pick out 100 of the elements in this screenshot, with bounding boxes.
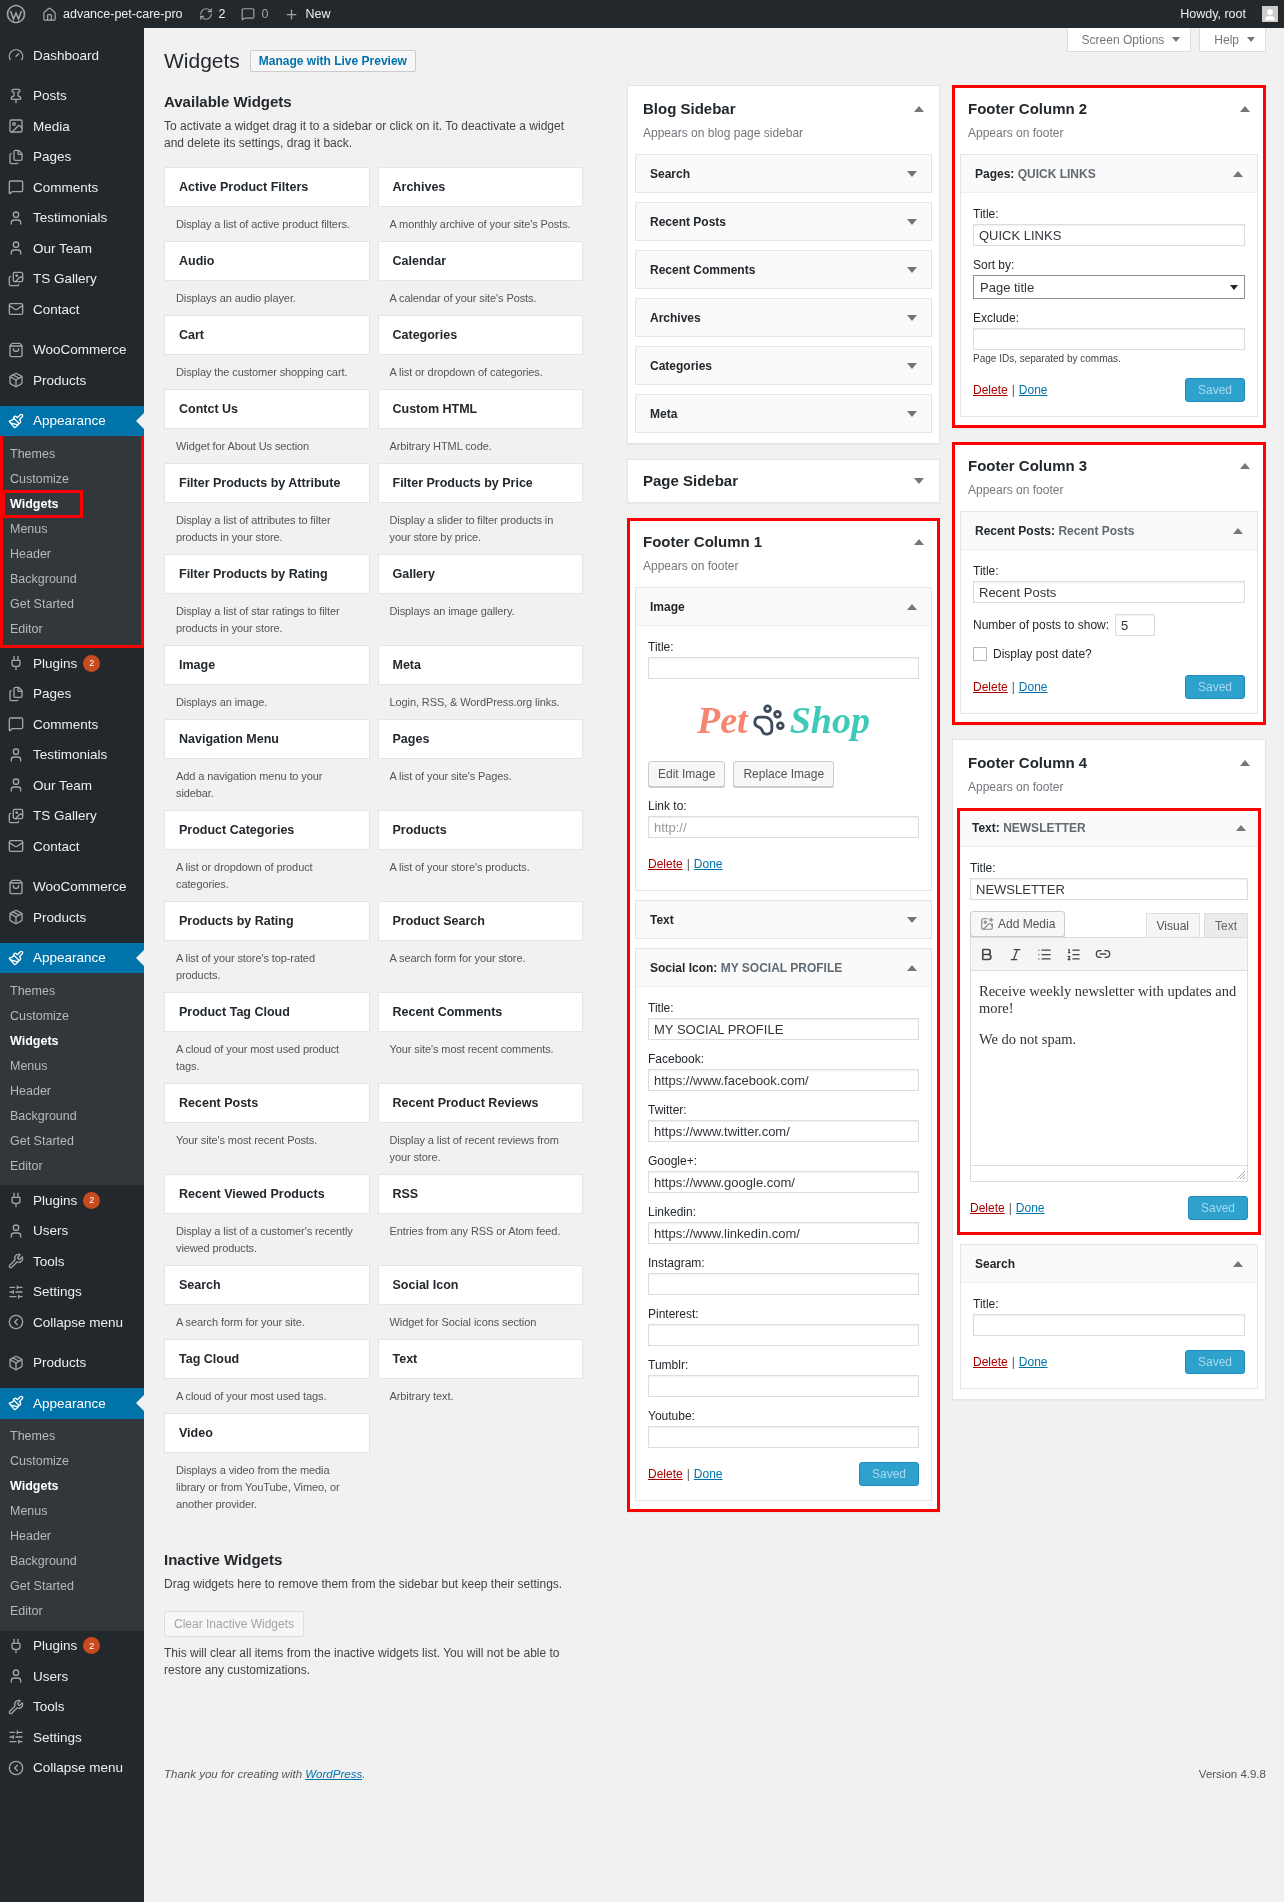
widget-header[interactable]: Text: NEWSLETTER <box>958 809 1260 846</box>
widget-header[interactable]: Recent Posts: Recent Posts <box>961 512 1257 549</box>
done-link[interactable]: Done <box>1015 1201 1045 1215</box>
text-field[interactable] <box>648 1324 919 1346</box>
widget-header[interactable]: Search <box>636 155 931 192</box>
submenu-item[interactable]: Menus <box>6 1501 52 1521</box>
widget-tile[interactable]: Products by Rating <box>164 901 370 941</box>
menu-item[interactable]: Settings <box>0 1276 144 1307</box>
toggle-arrow-icon[interactable] <box>907 916 917 923</box>
italic-icon[interactable] <box>1008 946 1023 962</box>
add-media-button[interactable]: Add Media <box>970 911 1066 937</box>
submenu-item[interactable]: Menus <box>6 1055 52 1076</box>
menu-item[interactable]: Comments <box>0 172 144 203</box>
menu-item[interactable]: Plugins 2 <box>0 1630 144 1661</box>
screen-meta-tab[interactable]: Help <box>1199 28 1266 52</box>
widget-header[interactable]: Recent Comments <box>636 251 931 288</box>
widget-tile[interactable]: Recent Product Reviews <box>377 1083 583 1123</box>
logo-icon[interactable] <box>6 4 26 24</box>
submenu-item[interactable]: Customize <box>6 1005 74 1026</box>
toggle-arrow-icon[interactable] <box>914 106 924 112</box>
bulleted-list-icon[interactable] <box>1037 946 1052 962</box>
widget-tile[interactable]: Filter Products by Price <box>377 463 583 503</box>
widget-tile[interactable]: Product Tag Cloud <box>164 992 370 1032</box>
done-link[interactable]: Done <box>1018 680 1048 694</box>
menu-item[interactable]: Our Team <box>0 770 144 801</box>
editor-tab[interactable]: Text <box>1204 913 1248 937</box>
widget-tile[interactable]: Products <box>377 810 583 850</box>
menu-item[interactable]: Tools <box>0 1246 144 1277</box>
checkbox[interactable] <box>973 647 987 661</box>
toggle-arrow-icon[interactable] <box>1240 463 1250 469</box>
text-field[interactable] <box>973 1314 1245 1336</box>
menu-item[interactable]: Plugins 2 <box>0 1185 144 1216</box>
menu-item[interactable]: Collapse menu <box>0 1307 144 1338</box>
menu-item[interactable]: Products <box>0 1347 144 1378</box>
menu-item[interactable]: Pages <box>0 141 144 172</box>
menu-item[interactable]: Dashboard <box>0 40 144 71</box>
menu-item[interactable]: Appearance <box>0 942 144 973</box>
toggle-arrow-icon[interactable] <box>1240 760 1250 766</box>
site-link[interactable]: advance-pet-care-pro <box>42 6 183 22</box>
text-field[interactable]: https://www.twitter.com/ <box>648 1120 919 1142</box>
widget-tile[interactable]: RSS <box>377 1174 583 1214</box>
submenu-item[interactable]: Editor <box>6 1155 47 1176</box>
widget-tile[interactable]: Tag Cloud <box>164 1339 370 1379</box>
numbered-list-icon[interactable] <box>1066 946 1081 962</box>
toggle-arrow-icon[interactable] <box>907 170 917 177</box>
toggle-arrow-icon[interactable] <box>1233 170 1243 177</box>
select-field[interactable]: Page title <box>973 275 1245 299</box>
widget-header[interactable]: Search <box>961 1245 1257 1282</box>
number-field[interactable]: 5 <box>1115 614 1156 636</box>
widget-header[interactable]: Text <box>636 901 931 938</box>
text-field[interactable]: https://www.linkedin.com/ <box>648 1222 919 1244</box>
text-field[interactable]: NEWSLETTER <box>970 878 1248 900</box>
submenu-item[interactable]: Editor <box>6 618 47 639</box>
delete-link[interactable]: Delete <box>970 1201 1005 1215</box>
menu-item[interactable]: Posts <box>0 80 144 111</box>
widget-header[interactable]: Social Icon: MY SOCIAL PROFILE <box>636 949 931 986</box>
toggle-arrow-icon[interactable] <box>907 266 917 273</box>
image-button[interactable]: Edit Image <box>648 761 726 787</box>
widget-tile[interactable]: Recent Posts <box>164 1083 370 1123</box>
text-field[interactable]: Recent Posts <box>973 581 1245 603</box>
toggle-arrow-icon[interactable] <box>1233 1260 1243 1267</box>
text-field[interactable] <box>648 1375 919 1397</box>
menu-item[interactable]: Testimonials <box>0 739 144 770</box>
submenu-item[interactable]: Widgets <box>6 1476 63 1496</box>
menu-item[interactable]: Pages <box>0 678 144 709</box>
widget-tile[interactable]: Contct Us <box>164 389 370 429</box>
toggle-arrow-icon[interactable] <box>907 603 917 610</box>
menu-item[interactable]: Products <box>0 902 144 933</box>
toggle-arrow-icon[interactable] <box>907 964 917 971</box>
delete-link[interactable]: Delete <box>973 1355 1008 1369</box>
submenu-item[interactable]: Themes <box>6 443 60 464</box>
widget-tile[interactable]: Image <box>164 645 370 685</box>
menu-item[interactable]: Products <box>0 365 144 396</box>
text-field[interactable] <box>648 657 919 679</box>
submenu-item[interactable]: Themes <box>6 980 60 1001</box>
new-link[interactable]: New <box>284 6 331 22</box>
widget-tile[interactable]: Cart <box>164 315 370 355</box>
toggle-arrow-icon[interactable] <box>907 314 917 321</box>
submenu-item[interactable]: Customize <box>6 468 74 489</box>
submenu-item[interactable]: Editor <box>6 1601 47 1621</box>
widget-tile[interactable]: Categories <box>377 315 583 355</box>
widget-tile[interactable]: Recent Comments <box>377 992 583 1032</box>
widget-tile[interactable]: Gallery <box>377 554 583 594</box>
menu-item[interactable]: Plugins 2 <box>0 648 144 679</box>
widget-tile[interactable]: Filter Products by Rating <box>164 554 370 594</box>
updates-link[interactable]: 2 <box>198 7 226 21</box>
submenu-item[interactable]: Header <box>6 1080 55 1101</box>
submenu-item[interactable]: Widgets <box>6 1030 63 1051</box>
submenu-item[interactable]: Header <box>6 543 55 564</box>
menu-item[interactable]: Users <box>0 1215 144 1246</box>
toggle-arrow-icon[interactable] <box>907 410 917 417</box>
live-preview-button[interactable]: Manage with Live Preview <box>249 50 416 72</box>
menu-item[interactable]: Collapse menu <box>0 1752 144 1783</box>
menu-item[interactable]: Appearance <box>0 405 144 436</box>
menu-item[interactable]: Appearance <box>0 1388 144 1419</box>
toggle-arrow-icon[interactable] <box>1240 106 1250 112</box>
menu-item[interactable]: WooCommerce <box>0 871 144 902</box>
widget-tile[interactable]: Product Categories <box>164 810 370 850</box>
widget-header[interactable]: Archives <box>636 299 931 336</box>
menu-item[interactable]: Testimonials <box>0 202 144 233</box>
